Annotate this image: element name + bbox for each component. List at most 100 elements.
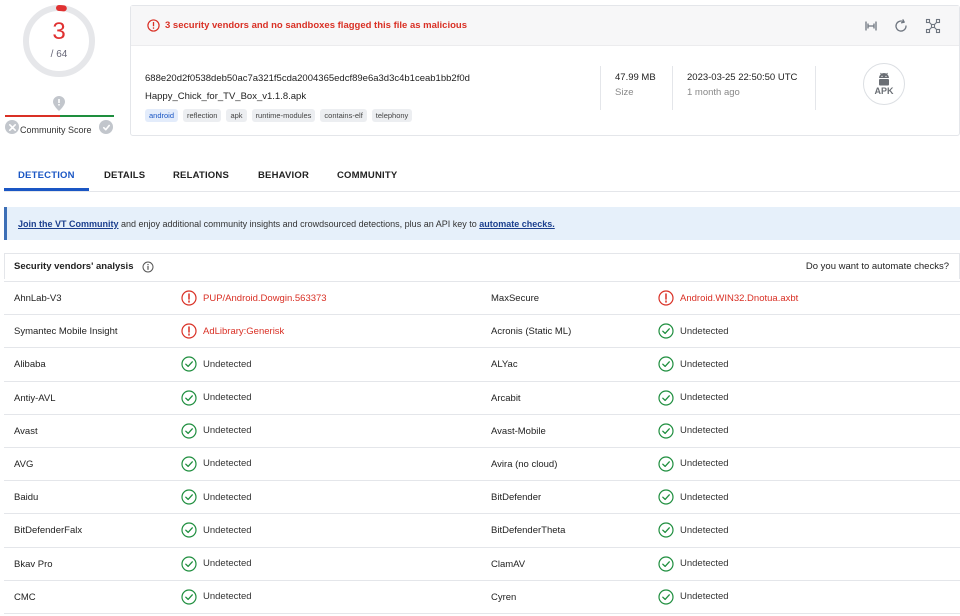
location-pin-icon bbox=[53, 96, 65, 111]
vendor-name: Symantec Mobile Insight bbox=[14, 326, 118, 338]
vendor-result: Undetected bbox=[658, 522, 729, 538]
community-score-label: Community Score bbox=[20, 125, 92, 135]
refresh-icon[interactable] bbox=[893, 18, 909, 34]
vendor-result: Undetected bbox=[658, 489, 729, 505]
vendor-result: Undetected bbox=[658, 456, 729, 472]
vendor-result-text: Undetected bbox=[203, 458, 252, 470]
file-name: Happy_Chick_for_TV_Box_v1.1.8.apk bbox=[145, 91, 307, 102]
close-icon bbox=[8, 123, 16, 131]
detection-alert: 3 security vendors and no sandboxes flag… bbox=[131, 6, 959, 46]
divider bbox=[672, 66, 673, 110]
check-circle-icon bbox=[181, 589, 197, 605]
banner-text: and enjoy additional community insights … bbox=[118, 218, 480, 229]
vendor-name: Alibaba bbox=[14, 359, 46, 371]
tab-community[interactable]: COMMUNITY bbox=[337, 160, 397, 190]
join-community-link[interactable]: Join the VT Community bbox=[18, 219, 119, 229]
check-circle-icon bbox=[181, 423, 197, 439]
vendor-result-text: Undetected bbox=[680, 325, 729, 337]
file-tag[interactable]: android bbox=[145, 109, 179, 122]
tab-relations[interactable]: RELATIONS bbox=[173, 160, 229, 190]
vote-harmless-button[interactable] bbox=[99, 120, 113, 134]
vendors-header: Security vendors' analysis Do you want t… bbox=[4, 253, 960, 279]
table-row: Antiy-AVL Undetected Arcabit Undetected bbox=[4, 382, 960, 415]
vendor-result: Undetected bbox=[181, 589, 252, 605]
alert-message: 3 security vendors and no sandboxes flag… bbox=[165, 20, 467, 31]
vendor-result-text: Undetected bbox=[680, 392, 729, 404]
check-circle-icon bbox=[181, 356, 197, 372]
report-tabs: DETECTION DETAILS RELATIONS BEHAVIOR COM… bbox=[4, 160, 960, 192]
vendor-name: Baidu bbox=[14, 492, 39, 504]
automate-checks-question[interactable]: Do you want to automate checks? bbox=[806, 261, 949, 272]
vendor-result: Undetected bbox=[181, 423, 252, 439]
divider bbox=[600, 66, 601, 110]
automate-checks-link[interactable]: automate checks. bbox=[479, 219, 555, 229]
vendor-name: Bkav Pro bbox=[14, 558, 53, 570]
vendor-name: MaxSecure bbox=[491, 293, 540, 304]
vendor-name: ClamAV bbox=[491, 558, 526, 570]
file-size-label: Size bbox=[615, 87, 634, 98]
vendor-result: Undetected bbox=[658, 423, 729, 439]
table-row: Alibaba Undetected ALYac Undetected bbox=[4, 348, 960, 382]
vendor-name: CMC bbox=[14, 591, 36, 603]
vendor-result-text: Undetected bbox=[680, 491, 729, 503]
analysis-date: 2023-03-25 22:50:50 UTC bbox=[687, 72, 798, 83]
vendor-result: Undetected bbox=[181, 555, 252, 572]
vendor-result-text: AdLibrary:Generisk bbox=[203, 325, 285, 337]
tab-details[interactable]: DETAILS bbox=[104, 160, 145, 190]
vendor-result: Undetected bbox=[181, 489, 252, 505]
vendor-name: Arcabit bbox=[491, 392, 521, 404]
graph-icon[interactable] bbox=[925, 18, 941, 34]
vendor-result: Undetected bbox=[658, 356, 729, 372]
check-circle-icon bbox=[658, 589, 674, 605]
check-circle-icon bbox=[658, 356, 674, 372]
alert-icon bbox=[658, 290, 674, 306]
file-tag[interactable]: contains-elf bbox=[320, 109, 367, 122]
vote-malicious-button[interactable] bbox=[5, 120, 19, 134]
vendor-result: AdLibrary:Generisk bbox=[181, 323, 284, 339]
alert-icon bbox=[147, 19, 160, 32]
file-hash[interactable]: 688e20d2f0538deb50ac7a321f5cda2004365edc… bbox=[145, 73, 470, 84]
vendor-result-text: Undetected bbox=[203, 524, 252, 536]
table-row: CMC Undetected Cyren Undetected bbox=[4, 581, 960, 614]
table-row: Baidu Undetected BitDefender Undetected bbox=[4, 481, 960, 515]
table-row: BitDefenderFalx Undetected BitDefenderThet… bbox=[4, 514, 960, 548]
tab-detection[interactable]: DETECTION bbox=[18, 160, 75, 190]
reanalyze-icon[interactable] bbox=[863, 18, 879, 34]
file-tag[interactable]: telephony bbox=[371, 109, 413, 122]
vendor-result-text: Undetected bbox=[680, 591, 729, 603]
vendor-result: Undetected bbox=[658, 589, 729, 605]
vendor-name: AVG bbox=[14, 458, 34, 470]
check-circle-icon bbox=[658, 489, 674, 505]
vendors-table: AhnLab-V3 PUP/Android.Dowgin.563373 MaxSec… bbox=[4, 281, 960, 614]
file-type-label: APK bbox=[874, 86, 894, 96]
check-circle-icon bbox=[658, 389, 674, 406]
score-bar-positive bbox=[60, 115, 114, 117]
vendor-result: Undetected bbox=[181, 522, 252, 538]
vendor-result-text: PUP/Android.Dowgin.563373 bbox=[203, 292, 327, 304]
vendor-result-text: Undetected bbox=[680, 358, 729, 370]
analysis-date-relative: 1 month ago bbox=[687, 87, 740, 98]
vendor-result: Undetected bbox=[658, 555, 729, 572]
table-row: Avast Undetected Avast-Mobile Undetected bbox=[4, 415, 960, 448]
vendors-title: Security vendors' analysis bbox=[14, 261, 134, 272]
table-row: AVG Undetected Avira (no cloud) Undetected bbox=[4, 448, 960, 482]
engine-total: / 64 bbox=[50, 49, 68, 60]
check-circle-icon bbox=[181, 489, 197, 505]
vendor-result-text: Undetected bbox=[680, 458, 729, 470]
file-tag[interactable]: reflection bbox=[183, 109, 222, 122]
info-icon[interactable] bbox=[142, 261, 154, 273]
check-circle-icon bbox=[658, 323, 674, 339]
vendor-result: Undetected bbox=[181, 456, 252, 472]
vendor-result: Undetected bbox=[658, 389, 729, 406]
vendor-result-text: Undetected bbox=[203, 591, 252, 603]
check-circle-icon bbox=[181, 522, 197, 538]
table-row: Bkav Pro Undetected ClamAV Undetected bbox=[4, 548, 960, 581]
tab-behavior[interactable]: BEHAVIOR bbox=[258, 160, 309, 190]
table-row: Symantec Mobile Insight AdLibrary:Generis… bbox=[4, 315, 960, 349]
vendor-result-text: Undetected bbox=[203, 425, 252, 437]
check-circle-icon bbox=[181, 456, 197, 472]
file-tag[interactable]: apk bbox=[226, 109, 247, 122]
vendor-result-text: Undetected bbox=[680, 524, 729, 536]
file-tag[interactable]: runtime-modules bbox=[251, 109, 316, 122]
vendor-name: ALYac bbox=[491, 359, 518, 371]
